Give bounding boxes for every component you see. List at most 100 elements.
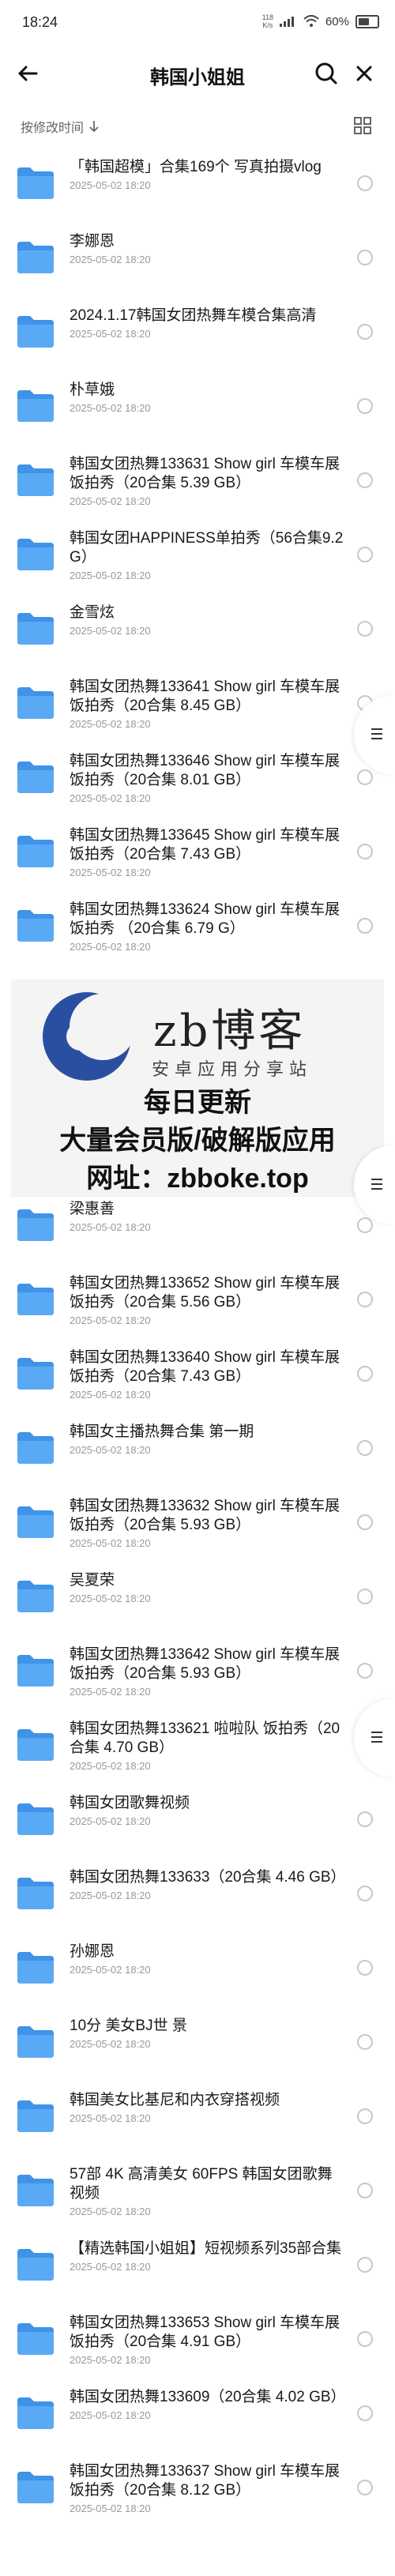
item-title: 2024.1.17韩国女团热舞车模合集高清 [70, 307, 317, 324]
select-radio[interactable] [357, 1663, 373, 1679]
list-item[interactable]: 韩国女团热舞133642 Show girl 车模车展饭拍秀（20合集 5.93… [0, 1634, 395, 1710]
item-title: 韩国女团热舞133642 Show girl 车模车展饭拍秀（20合集 5.93… [70, 1646, 340, 1682]
list-item[interactable]: 韩国女团热舞133631 Show girl 车模车展饭拍秀（20合集 5.39… [0, 444, 395, 520]
select-radio[interactable] [357, 2405, 373, 2421]
select-radio[interactable] [357, 1440, 373, 1456]
select-radio[interactable] [357, 1514, 373, 1530]
list-item[interactable]: 李娜恩 2025-05-02 18:20 [0, 221, 395, 297]
item-title: 韩国女团热舞133632 Show girl 车模车展饭拍秀（20合集 5.93… [70, 1498, 340, 1533]
folder-icon [17, 167, 54, 199]
folder-icon [17, 687, 54, 719]
select-radio[interactable] [357, 1960, 373, 1976]
item-date: 2025-05-02 18:20 [70, 2206, 151, 2217]
select-radio[interactable] [357, 918, 373, 934]
list-item[interactable]: 「韩国超模」合集169个 写真拍摄vlog 2025-05-02 18:20 [0, 147, 395, 223]
select-radio[interactable] [357, 175, 373, 191]
list-item[interactable]: 吴夏荣 2025-05-02 18:20 [0, 1560, 395, 1636]
select-radio[interactable] [357, 2108, 373, 2124]
list-item[interactable]: 韩国女团热舞133633（20合集 4.46 GB） 2025-05-02 18:… [0, 1857, 395, 1933]
item-date: 2025-05-02 18:20 [70, 718, 151, 730]
list-item[interactable]: 金雪炫 2025-05-02 18:20 [0, 592, 395, 668]
select-radio[interactable] [357, 2257, 373, 2273]
list-item[interactable]: 10分 美女BJ世 景 2025-05-02 18:20 [0, 2006, 395, 2081]
list-item[interactable]: 朴草娥 2025-05-02 18:20 [0, 370, 395, 446]
item-title: 韩国女主播热舞合集 第一期 [70, 1423, 254, 1440]
folder-icon [17, 910, 54, 942]
list-item[interactable]: 韩国女团热舞133652 Show girl 车模车展饭拍秀（20合集 5.56… [0, 1263, 395, 1339]
item-name: 吴夏荣 2025-05-02 18:20 [70, 1571, 346, 1606]
search-icon[interactable] [313, 60, 340, 87]
menu-icon [371, 728, 382, 739]
select-radio[interactable] [357, 2480, 373, 2495]
list-item[interactable]: 2024.1.17韩国女团热舞车模合集高清 2025-05-02 18:20 [0, 295, 395, 371]
select-radio[interactable] [357, 1811, 373, 1827]
select-radio[interactable] [357, 769, 373, 785]
select-radio[interactable] [357, 398, 373, 414]
item-date: 2025-05-02 18:20 [70, 1389, 151, 1401]
item-name: 韩国女团热舞133621 啦啦队 饭拍秀（20合集 4.70 GB） 2025-0… [70, 1720, 346, 1773]
item-title: 「韩国超模」合集169个 写真拍摄vlog [70, 159, 322, 175]
folder-icon [17, 2026, 54, 2058]
select-radio[interactable] [357, 472, 373, 488]
item-name: 韩国女团热舞133646 Show girl 车模车展饭拍秀（20合集 8.01… [70, 752, 346, 806]
item-title: 韩国女团热舞133637 Show girl 车模车展饭拍秀（20合集 8.12… [70, 2463, 340, 2499]
list-item[interactable]: 韩国女团热舞133609（20合集 4.02 GB） 2025-05-02 18:… [0, 2377, 395, 2453]
folder-icon [17, 2249, 54, 2281]
folder-icon [17, 1432, 54, 1464]
list-item[interactable]: 韩国女团热舞133646 Show girl 车模车展饭拍秀（20合集 8.01… [0, 741, 395, 817]
folder-icon [17, 464, 54, 496]
list-item[interactable]: 【精选韩国小姐姐】短视频系列35部合集 2025-05-02 18:20 [0, 2228, 395, 2304]
list-item[interactable]: 韩国女团热舞133653 Show girl 车模车展饭拍秀（20合集 4.91… [0, 2303, 395, 2379]
item-date: 2025-05-02 18:20 [70, 1537, 151, 1549]
item-name: 韩国女团HAPPINESS单拍秀（56合集9.2G） 2025-05-02 18:… [70, 529, 346, 583]
item-name: 韩国女团歌舞视频 2025-05-02 18:20 [70, 1794, 346, 1829]
item-title: 韩国女团热舞133653 Show girl 车模车展饭拍秀（20合集 4.91… [70, 2315, 340, 2350]
close-icon[interactable] [351, 60, 378, 87]
item-date: 2025-05-02 18:20 [70, 625, 151, 637]
menu-icon [371, 1179, 382, 1190]
item-name: 韩国女团热舞133640 Show girl 车模车展饭拍秀（20合集 7.43… [70, 1348, 346, 1402]
item-date: 2025-05-02 18:20 [70, 1815, 151, 1827]
item-date: 2025-05-02 18:20 [70, 1760, 151, 1772]
select-radio[interactable] [357, 621, 373, 637]
list-item[interactable]: 韩国女团热舞133624 Show girl 车模车展饭拍秀 （20合集 6.7… [0, 889, 395, 965]
list-item[interactable]: 韩国女团热舞133645 Show girl 车模车展饭拍秀（20合集 7.43… [0, 815, 395, 891]
item-name: 韩国女团热舞133631 Show girl 车模车展饭拍秀（20合集 5.39… [70, 455, 346, 509]
list-item[interactable]: 韩国女团热舞133632 Show girl 车模车展饭拍秀（20合集 5.93… [0, 1486, 395, 1562]
select-radio[interactable] [357, 250, 373, 265]
item-date: 2025-05-02 18:20 [70, 941, 151, 953]
sort-button[interactable]: 按修改时间 [21, 117, 100, 136]
list-item[interactable]: 韩国女团HAPPINESS单拍秀（56合集9.2G） 2025-05-02 18:… [0, 518, 395, 594]
list-item[interactable]: 韩国女团歌舞视频 2025-05-02 18:20 [0, 1783, 395, 1859]
item-date: 2025-05-02 18:20 [70, 1221, 151, 1233]
select-radio[interactable] [357, 2034, 373, 2050]
select-radio[interactable] [357, 547, 373, 562]
list-item[interactable]: 韩国女团热舞133621 啦啦队 饭拍秀（20合集 4.70 GB） 2025-0… [0, 1709, 395, 1784]
list-item[interactable]: 梁惠善 2025-05-02 18:20 [0, 1189, 395, 1265]
grid-view-icon[interactable] [354, 117, 371, 134]
sort-bar: 按修改时间 [0, 111, 395, 142]
item-name: 韩国女团热舞133642 Show girl 车模车展饭拍秀（20合集 5.93… [70, 1645, 346, 1699]
list-item[interactable]: 韩国女团热舞133637 Show girl 车模车展饭拍秀（20合集 8.12… [0, 2451, 395, 2527]
list-item[interactable]: 57部 4K 高清美女 60FPS 韩国女团歌舞视频 2025-05-02 18:… [0, 2154, 395, 2230]
list-item[interactable]: 韩国女团热舞133640 Show girl 车模车展饭拍秀（20合集 7.43… [0, 1337, 395, 1413]
select-radio[interactable] [357, 844, 373, 859]
list-item[interactable]: 韩国女主播热舞合集 第一期 2025-05-02 18:20 [0, 1412, 395, 1487]
item-name: 【精选韩国小姐姐】短视频系列35部合集 2025-05-02 18:20 [70, 2239, 346, 2274]
item-title: 朴草娥 [70, 382, 115, 398]
list-item[interactable]: 韩国女团热舞133641 Show girl 车模车展饭拍秀（20合集 8.45… [0, 667, 395, 743]
select-radio[interactable] [357, 1589, 373, 1604]
select-radio[interactable] [357, 2183, 373, 2198]
select-radio[interactable] [357, 2331, 373, 2347]
list-item[interactable]: 韩国美女比基尼和内衣穿搭视频 2025-05-02 18:20 [0, 2080, 395, 2156]
select-radio[interactable] [357, 1886, 373, 1901]
folder-icon [17, 1284, 54, 1315]
select-radio[interactable] [357, 1292, 373, 1307]
list-item[interactable]: 孙娜恩 2025-05-02 18:20 [0, 1931, 395, 2007]
select-radio[interactable] [357, 1217, 373, 1233]
item-title: 10分 美女BJ世 景 [70, 2018, 187, 2034]
select-radio[interactable] [357, 1366, 373, 1382]
item-title: 韩国女团热舞133641 Show girl 车模车展饭拍秀（20合集 8.45… [70, 679, 340, 714]
folder-icon [17, 2323, 54, 2355]
select-radio[interactable] [357, 324, 373, 340]
